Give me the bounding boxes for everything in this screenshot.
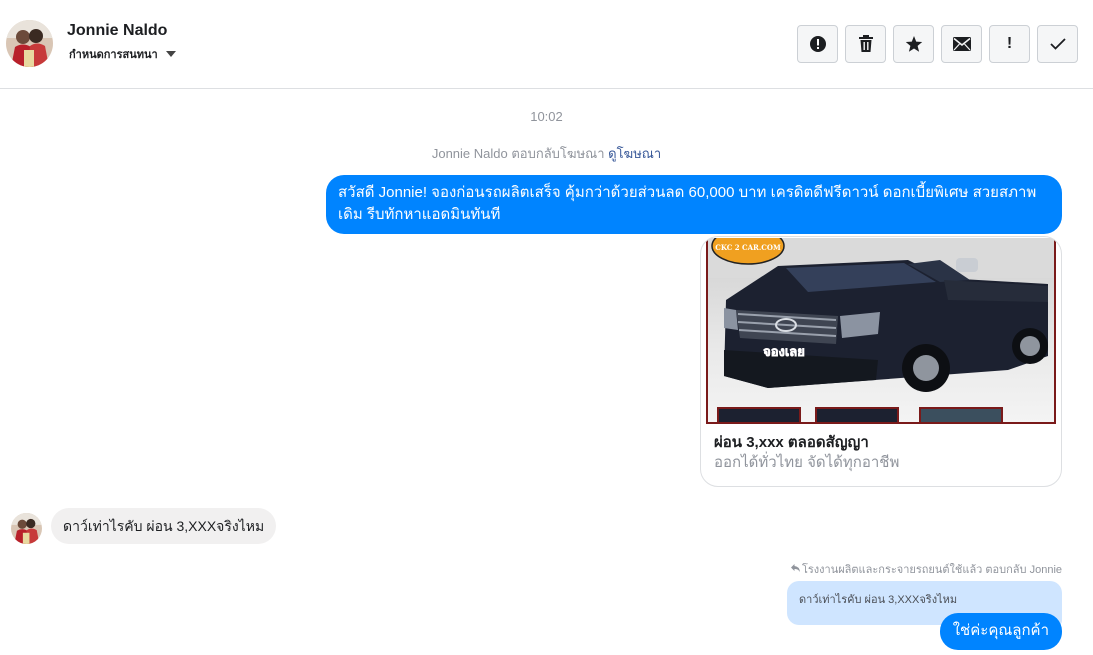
- ad-reply-notice: Jonnie Naldo ตอบกลับโฆษณา ดูโฆษณา: [0, 143, 1093, 164]
- check-icon: [1049, 38, 1066, 50]
- alert-circle-icon: [809, 35, 827, 53]
- timestamp: 10:02: [530, 109, 563, 124]
- reply-meta: โรงงานผลิตและกระจายรถยนต์ใช้แล้ว ตอบกลับ…: [790, 560, 1062, 578]
- contact-avatar[interactable]: [6, 20, 53, 67]
- assign-conversation-dropdown[interactable]: กำหนดการสนทนา: [69, 45, 176, 63]
- reply-meta-text: โรงงานผลิตและกระจายรถยนต์ใช้แล้ว ตอบกลับ…: [801, 564, 1062, 576]
- exclamation-icon: !: [1006, 35, 1013, 52]
- star-button[interactable]: [893, 25, 934, 63]
- reply-arrow-icon: [790, 563, 800, 575]
- star-icon: [905, 35, 923, 53]
- trash-icon: [858, 35, 874, 53]
- toolbar: !: [797, 25, 1078, 63]
- ad-card[interactable]: CKC 2 CAR.COM จองเลย ผ่อน 3,xxx ตลอดสัญญ…: [700, 236, 1062, 487]
- contact-avatar-small: [11, 513, 42, 544]
- outgoing-reply-message[interactable]: ใช่ค่ะคุณลูกค้า: [939, 613, 1062, 650]
- outgoing-message[interactable]: สวัสดี Jonnie! จองก่อนรถผลิตเสร็จ คุ้มกว…: [326, 175, 1062, 234]
- conversation-header: Jonnie Naldo กำหนดการสนทนา !: [0, 0, 1093, 89]
- delete-button[interactable]: [845, 25, 886, 63]
- mark-done-button[interactable]: [1037, 25, 1078, 63]
- mark-unread-button[interactable]: [941, 25, 982, 63]
- contact-name[interactable]: Jonnie Naldo: [67, 22, 167, 40]
- ad-reply-text: Jonnie Naldo ตอบกลับโฆษณา: [431, 146, 605, 161]
- ad-card-subtitle: ออกได้ทั่วไทย จัดได้ทุกอาชีพ: [714, 454, 900, 471]
- reserve-sticker-text: จองเลย: [763, 345, 805, 360]
- report-spam-button[interactable]: [797, 25, 838, 63]
- follow-up-button[interactable]: !: [989, 25, 1030, 63]
- caret-down-icon: [165, 51, 176, 57]
- view-ad-link[interactable]: ดูโฆษณา: [608, 146, 661, 161]
- incoming-message[interactable]: ดาว์เท่าไรคับ ผ่อน 3,XXXจริงไหม: [51, 508, 277, 544]
- envelope-icon: [952, 37, 971, 51]
- dealer-logo-text: CKC 2 CAR.COM: [715, 243, 781, 252]
- ad-card-image: CKC 2 CAR.COM จองเลย: [706, 238, 1056, 424]
- assign-label: กำหนดการสนทนา: [69, 49, 158, 61]
